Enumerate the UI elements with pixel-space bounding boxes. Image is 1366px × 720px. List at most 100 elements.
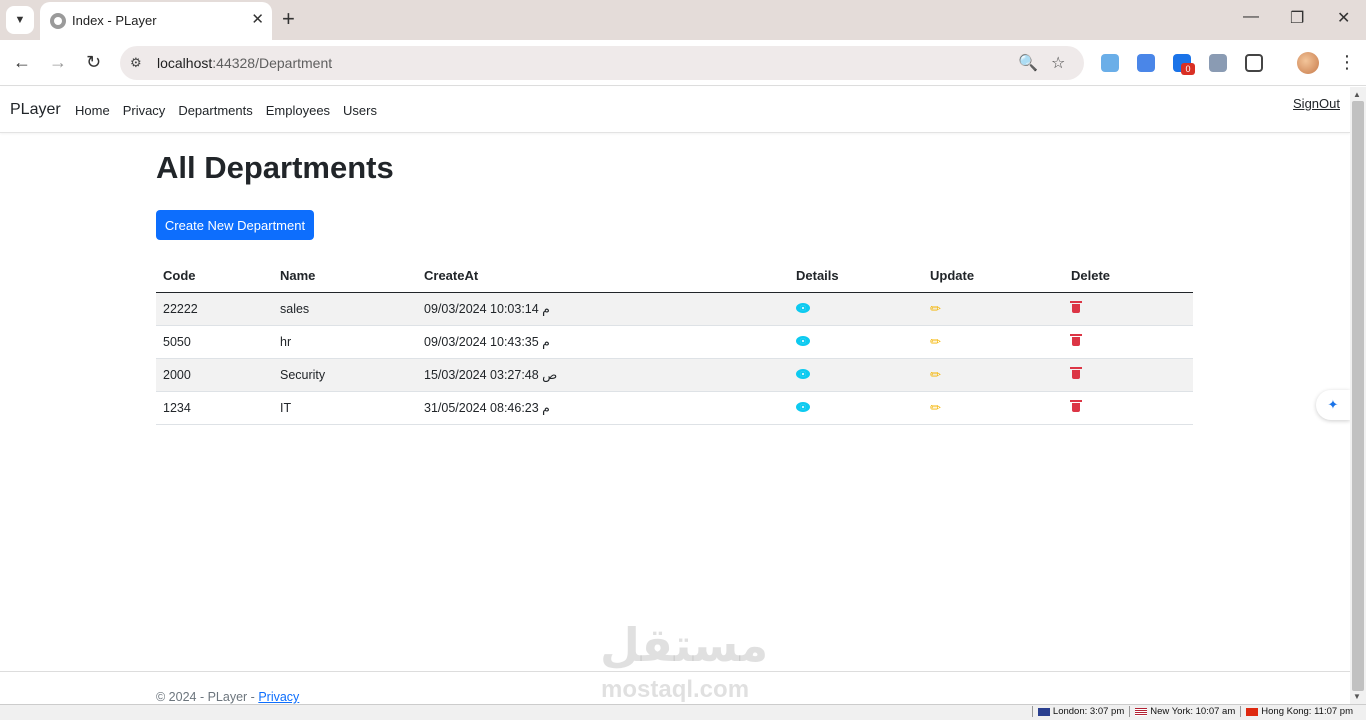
page-scrollbar[interactable]: ▲ ▼ [1350,87,1366,704]
tab-close-icon[interactable]: ✕ [251,11,264,29]
cell-code: 1234 [156,391,273,425]
side-assistant-button[interactable]: ✦ [1316,390,1350,420]
pencil-icon[interactable]: ✏ [930,334,941,349]
sparkle-icon: ✦ [1327,397,1339,412]
footer-privacy-link[interactable]: Privacy [258,690,299,704]
cell-created: 31/05/2024 08:46:23 م [417,391,789,425]
update-link[interactable]: ✏ [923,325,1064,359]
footer-text: © 2024 - PLayer - Privacy [156,690,300,704]
details-link[interactable] [789,391,923,425]
signout-link[interactable]: SignOut [1293,96,1340,111]
translate-icon[interactable] [1137,54,1155,72]
extension-screen-icon[interactable] [1209,54,1227,72]
profile-avatar[interactable] [1297,52,1319,74]
globe-icon [50,13,66,29]
eye-icon[interactable] [796,401,810,412]
table-row: 1234 IT 31/05/2024 08:46:23 م ✏ [156,391,1193,425]
cell-code: 2000 [156,358,273,392]
status-bar: London: 3:07 pm New York: 10:07 am Hong … [0,704,1366,720]
extensions-puzzle-icon[interactable] [1245,54,1263,72]
app-navbar: PLayer Home Privacy Departments Employee… [0,87,1350,133]
cell-code: 5050 [156,325,273,359]
update-link[interactable]: ✏ [923,292,1064,326]
browser-tabstrip: ▼ Index - PLayer ✕ + — ❐ ✕ [0,0,1366,40]
browser-tab-active[interactable]: Index - PLayer ✕ [40,2,272,40]
reload-icon[interactable]: ↻ [86,51,101,73]
table-row: 22222 sales 09/03/2024 10:03:14 م ✏ [156,292,1193,326]
scroll-thumb[interactable] [1352,101,1364,691]
header-code: Code [156,259,273,293]
cell-name: sales [273,292,417,326]
pencil-icon[interactable]: ✏ [930,301,941,316]
details-link[interactable] [789,292,923,326]
header-details: Details [789,259,923,293]
us-flag-icon [1135,707,1148,716]
tab-title: Index - PLayer [72,13,157,28]
header-name: Name [273,259,417,293]
trash-icon[interactable] [1070,301,1082,313]
create-department-button[interactable]: Create New Department [156,210,314,240]
extension-badge: 0 [1181,63,1195,75]
header-delete: Delete [1064,259,1193,293]
cell-created: 15/03/2024 03:27:48 ص [417,358,789,392]
nav-users[interactable]: Users [343,103,377,118]
cell-name: Security [273,358,417,392]
scroll-down-icon[interactable]: ▼ [1353,692,1361,701]
page-title: All Departments [156,150,394,185]
nav-employees[interactable]: Employees [266,103,330,118]
zoom-icon[interactable]: 🔍 [1018,53,1038,73]
watermark-arabic: مستقل [600,618,769,672]
update-link[interactable]: ✏ [923,358,1064,392]
site-settings-icon[interactable]: ⚙ [130,55,142,71]
trash-icon[interactable] [1070,400,1082,412]
world-clocks: London: 3:07 pm New York: 10:07 am Hong … [1031,706,1358,717]
details-link[interactable] [789,325,923,359]
brand-link[interactable]: PLayer [10,101,61,119]
forward-arrow-icon[interactable]: → [49,51,67,73]
eye-icon[interactable] [796,302,810,313]
back-arrow-icon[interactable]: ← [13,51,31,73]
nav-departments[interactable]: Departments [178,103,252,118]
trash-icon[interactable] [1070,367,1082,379]
url-text[interactable]: localhost:44328/Department [157,55,332,71]
page-footer: © 2024 - PLayer - Privacy [0,671,1350,704]
delete-link[interactable] [1064,325,1193,359]
delete-link[interactable] [1064,292,1193,326]
clock-london: London: 3:07 pm [1031,706,1129,717]
menu-kebab-icon[interactable]: ⋮ [1338,51,1356,73]
update-link[interactable]: ✏ [923,391,1064,425]
window-close-icon[interactable]: ✕ [1337,8,1350,28]
browser-toolbar: ← → ↻ ⚙ localhost:44328/Department 🔍 ☆ ⋮ [0,40,1366,86]
table-row: 2000 Security 15/03/2024 03:27:48 ص ✏ [156,358,1193,392]
scroll-up-icon[interactable]: ▲ [1353,90,1361,99]
trash-icon[interactable] [1070,334,1082,346]
pencil-icon[interactable]: ✏ [930,367,941,382]
uk-flag-icon [1037,707,1050,716]
tab-search-chevron-icon[interactable]: ▼ [6,6,34,34]
table-row: 5050 hr 09/03/2024 10:43:35 م ✏ [156,325,1193,359]
header-update: Update [923,259,1064,293]
extension-wallet-icon[interactable] [1101,54,1119,72]
maximize-icon[interactable]: ❐ [1290,8,1304,28]
cell-name: hr [273,325,417,359]
delete-link[interactable] [1064,358,1193,392]
details-link[interactable] [789,358,923,392]
eye-icon[interactable] [796,335,810,346]
departments-table: Code Name CreateAt Details Update Delete… [156,259,1193,425]
nav-home[interactable]: Home [75,103,110,118]
minimize-icon[interactable]: — [1243,8,1259,26]
cell-code: 22222 [156,292,273,326]
cell-name: IT [273,391,417,425]
address-bar[interactable]: ⚙ localhost:44328/Department 🔍 ☆ [120,46,1084,80]
pencil-icon[interactable]: ✏ [930,400,941,415]
cell-created: 09/03/2024 10:43:35 م [417,325,789,359]
new-tab-plus-icon[interactable]: + [282,8,295,30]
nav-privacy[interactable]: Privacy [123,103,166,118]
bookmark-star-icon[interactable]: ☆ [1051,53,1065,73]
eye-icon[interactable] [796,368,810,379]
delete-link[interactable] [1064,391,1193,425]
hk-flag-icon [1246,707,1259,716]
header-createat: CreateAt [417,259,789,293]
clock-new-york: New York: 10:07 am [1129,706,1240,717]
nav-links: Home Privacy Departments Employees Users [75,103,390,118]
